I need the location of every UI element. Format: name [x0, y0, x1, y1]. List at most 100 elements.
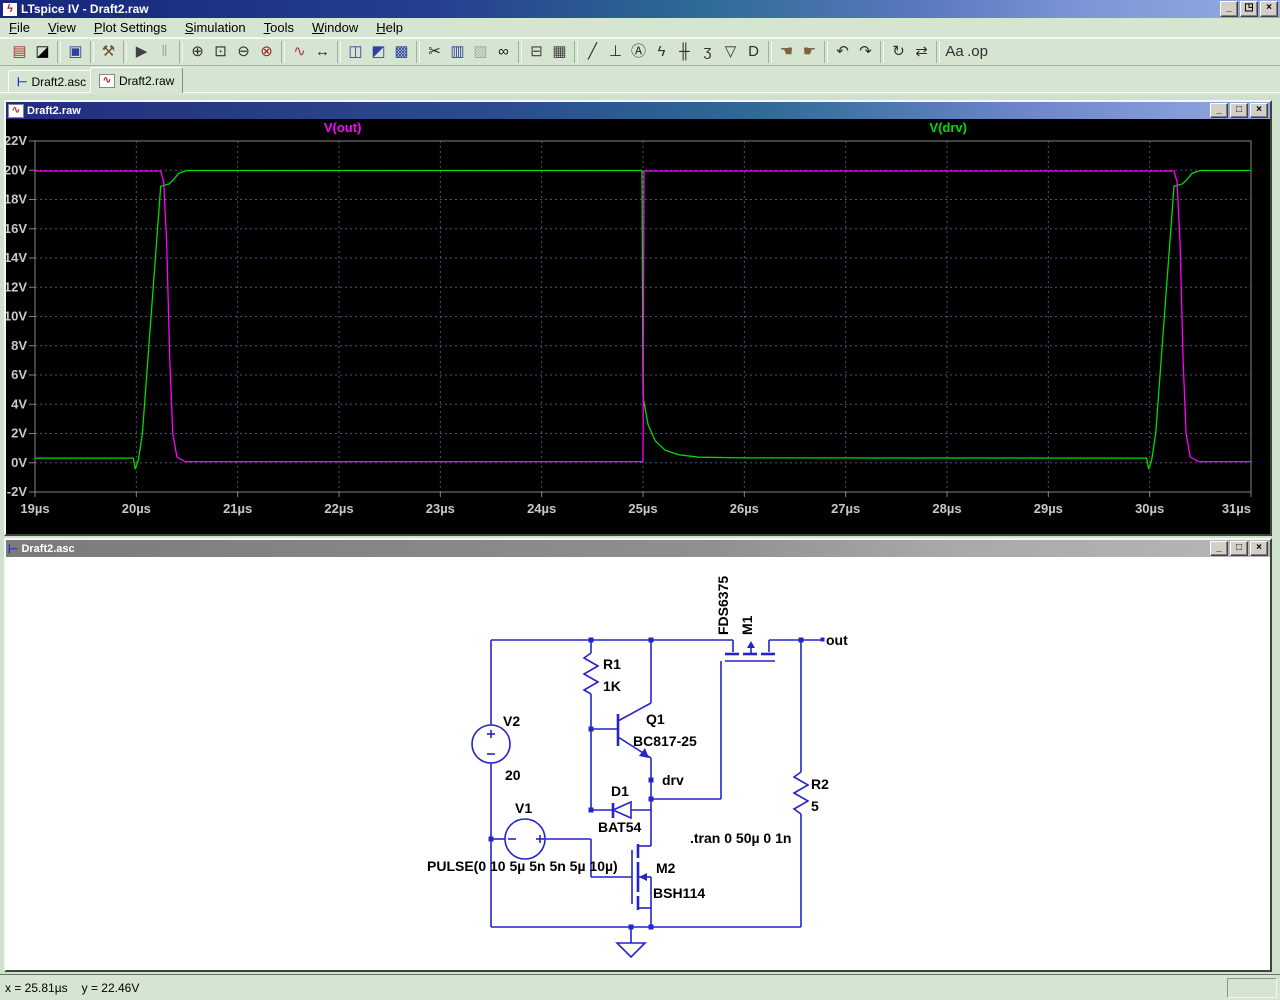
x-tick-label: 31µs — [1222, 501, 1251, 516]
schematic-icon: ⊢ — [17, 75, 27, 89]
rotate-button[interactable]: ↻ — [887, 40, 910, 64]
move-tool-button[interactable]: ☚ — [775, 40, 798, 64]
menu-plot-settings[interactable]: Plot Settings — [85, 19, 176, 36]
component-M1[interactable] — [725, 640, 775, 661]
schematic-canvas[interactable]: V2 20 R1 1K Q1 BC817-25 D1 BAT54 V1 PULS… — [6, 557, 1270, 970]
tab-draft2-asc[interactable]: ⊢ Draft2.asc — [8, 70, 95, 93]
ground-symbol[interactable] — [617, 927, 645, 957]
waveform-window-titlebar: ∿ Draft2.raw _ □ × — [6, 102, 1270, 119]
minimize-button[interactable]: _ — [1220, 1, 1238, 17]
component-V2[interactable] — [472, 725, 510, 763]
m2-value-label[interactable]: BSH114 — [653, 885, 705, 901]
m2-ref-label[interactable]: M2 — [656, 860, 676, 876]
spice-directive-text[interactable]: .tran 0 50µ 0 1n — [690, 830, 791, 846]
menu-view[interactable]: View — [39, 19, 85, 36]
run-simulation-button[interactable]: ▶ — [130, 40, 153, 64]
app-title: LTspice IV - Draft2.raw — [21, 2, 149, 16]
toolbar-separator — [574, 41, 578, 63]
drag-tool-button[interactable]: ☛ — [798, 40, 821, 64]
q1-ref-label[interactable]: Q1 — [646, 711, 665, 727]
schematic-drawing: V2 20 R1 1K Q1 BC817-25 D1 BAT54 V1 PULS… — [6, 557, 1270, 970]
net-label-drv[interactable]: drv — [662, 772, 684, 788]
arrange-windows-button[interactable]: ▩ — [390, 40, 413, 64]
r2-ref-label[interactable]: R2 — [811, 776, 829, 792]
close-button[interactable]: × — [1260, 1, 1278, 17]
maximize-button[interactable]: □ — [1230, 541, 1248, 556]
place-diode-button[interactable]: ▽ — [719, 40, 742, 64]
toolbar-separator — [768, 41, 772, 63]
text-tool-button[interactable]: Aa — [943, 40, 966, 64]
place-net-label-button[interactable]: Ⓐ — [627, 40, 650, 64]
menu-simulation[interactable]: Simulation — [176, 19, 255, 36]
v2-value-label[interactable]: 20 — [505, 767, 521, 783]
d1-value-label[interactable]: BAT54 — [598, 819, 642, 835]
mirror-button[interactable]: ⇄ — [910, 40, 933, 64]
tab-label: Draft2.raw — [119, 74, 174, 88]
place-capacitor-button[interactable]: ╫ — [673, 40, 696, 64]
m1-value-label[interactable]: FDS6375 — [715, 576, 731, 635]
y-tick-label: 14V — [6, 250, 27, 265]
r1-ref-label[interactable]: R1 — [603, 656, 621, 672]
print-preview-button[interactable]: ⊟ — [525, 40, 548, 64]
place-ground-button[interactable]: ⊥ — [604, 40, 627, 64]
menu-help[interactable]: Help — [367, 19, 412, 36]
plot-settings-button[interactable]: ∿ — [288, 40, 311, 64]
m1-ref-label[interactable]: M1 — [739, 615, 755, 635]
print-button[interactable]: ▦ — [548, 40, 571, 64]
open-file-button[interactable]: ◪ — [31, 40, 54, 64]
restore-button[interactable]: ◳ — [1240, 1, 1258, 17]
r1-value-label[interactable]: 1K — [603, 678, 621, 694]
menu-file[interactable]: File — [0, 19, 39, 36]
component-R1[interactable] — [584, 653, 598, 694]
find-button[interactable]: ∞ — [492, 40, 515, 64]
zoom-box-button[interactable]: ⊡ — [209, 40, 232, 64]
zoom-in-button[interactable]: ⊕ — [186, 40, 209, 64]
close-button[interactable]: × — [1250, 541, 1268, 556]
autorange-y-axis-button[interactable]: ↔ — [311, 40, 334, 64]
x-tick-label: 22µs — [324, 501, 353, 516]
component-R2[interactable] — [794, 772, 808, 814]
component-M2[interactable] — [632, 844, 651, 927]
paste-button: ▨ — [469, 40, 492, 64]
maximize-button[interactable]: □ — [1230, 103, 1248, 118]
redo-button[interactable]: ↷ — [854, 40, 877, 64]
cascade-windows-button[interactable]: ◩ — [367, 40, 390, 64]
legend-V(drv)[interactable]: V(drv) — [929, 120, 967, 135]
waveform-plot[interactable]: 19µs20µs21µs22µs23µs24µs25µs26µs27µs28µs… — [6, 119, 1270, 534]
place-component-button[interactable]: D — [742, 40, 765, 64]
menu-window[interactable]: Window — [303, 19, 367, 36]
v1-ref-label[interactable]: V1 — [515, 800, 532, 816]
component-Q1[interactable] — [618, 640, 651, 780]
component-V1[interactable] — [505, 819, 545, 859]
control-panel-button[interactable]: ⚒ — [97, 40, 120, 64]
wires[interactable] — [491, 640, 823, 927]
minimize-button[interactable]: _ — [1210, 103, 1228, 118]
minimize-button[interactable]: _ — [1210, 541, 1228, 556]
place-inductor-button[interactable]: ʒ — [696, 40, 719, 64]
net-label-out[interactable]: out — [826, 632, 848, 648]
place-resistor-button[interactable]: ϟ — [650, 40, 673, 64]
save-button[interactable]: ▣ — [64, 40, 87, 64]
new-schematic-button[interactable]: ▤ — [8, 40, 31, 64]
tab-draft2-raw[interactable]: ∿ Draft2.raw — [90, 67, 183, 93]
waveform-icon: ∿ — [8, 104, 24, 118]
tile-windows-button[interactable]: ◫ — [344, 40, 367, 64]
draw-wire-button[interactable]: ╱ — [581, 40, 604, 64]
v1-value-label[interactable]: PULSE(0 10 5µ 5n 5n 5µ 10µ) — [427, 858, 618, 874]
v2-ref-label[interactable]: V2 — [503, 713, 520, 729]
close-button[interactable]: × — [1250, 103, 1268, 118]
spice-directive-button[interactable]: .op — [966, 40, 989, 64]
component-D1[interactable] — [613, 802, 631, 818]
zoom-out-button[interactable]: ⊖ — [232, 40, 255, 64]
copy-button[interactable]: ▥ — [446, 40, 469, 64]
x-tick-label: 27µs — [831, 501, 860, 516]
waveform-plot-area[interactable]: 19µs20µs21µs22µs23µs24µs25µs26µs27µs28µs… — [6, 119, 1270, 534]
r2-value-label[interactable]: 5 — [811, 798, 819, 814]
cut-button[interactable]: ✂ — [423, 40, 446, 64]
menu-tools[interactable]: Tools — [255, 19, 303, 36]
undo-button[interactable]: ↶ — [831, 40, 854, 64]
q1-value-label[interactable]: BC817-25 — [633, 733, 697, 749]
d1-ref-label[interactable]: D1 — [611, 783, 629, 799]
zoom-full-extents-button[interactable]: ⊗ — [255, 40, 278, 64]
legend-V(out)[interactable]: V(out) — [324, 120, 362, 135]
